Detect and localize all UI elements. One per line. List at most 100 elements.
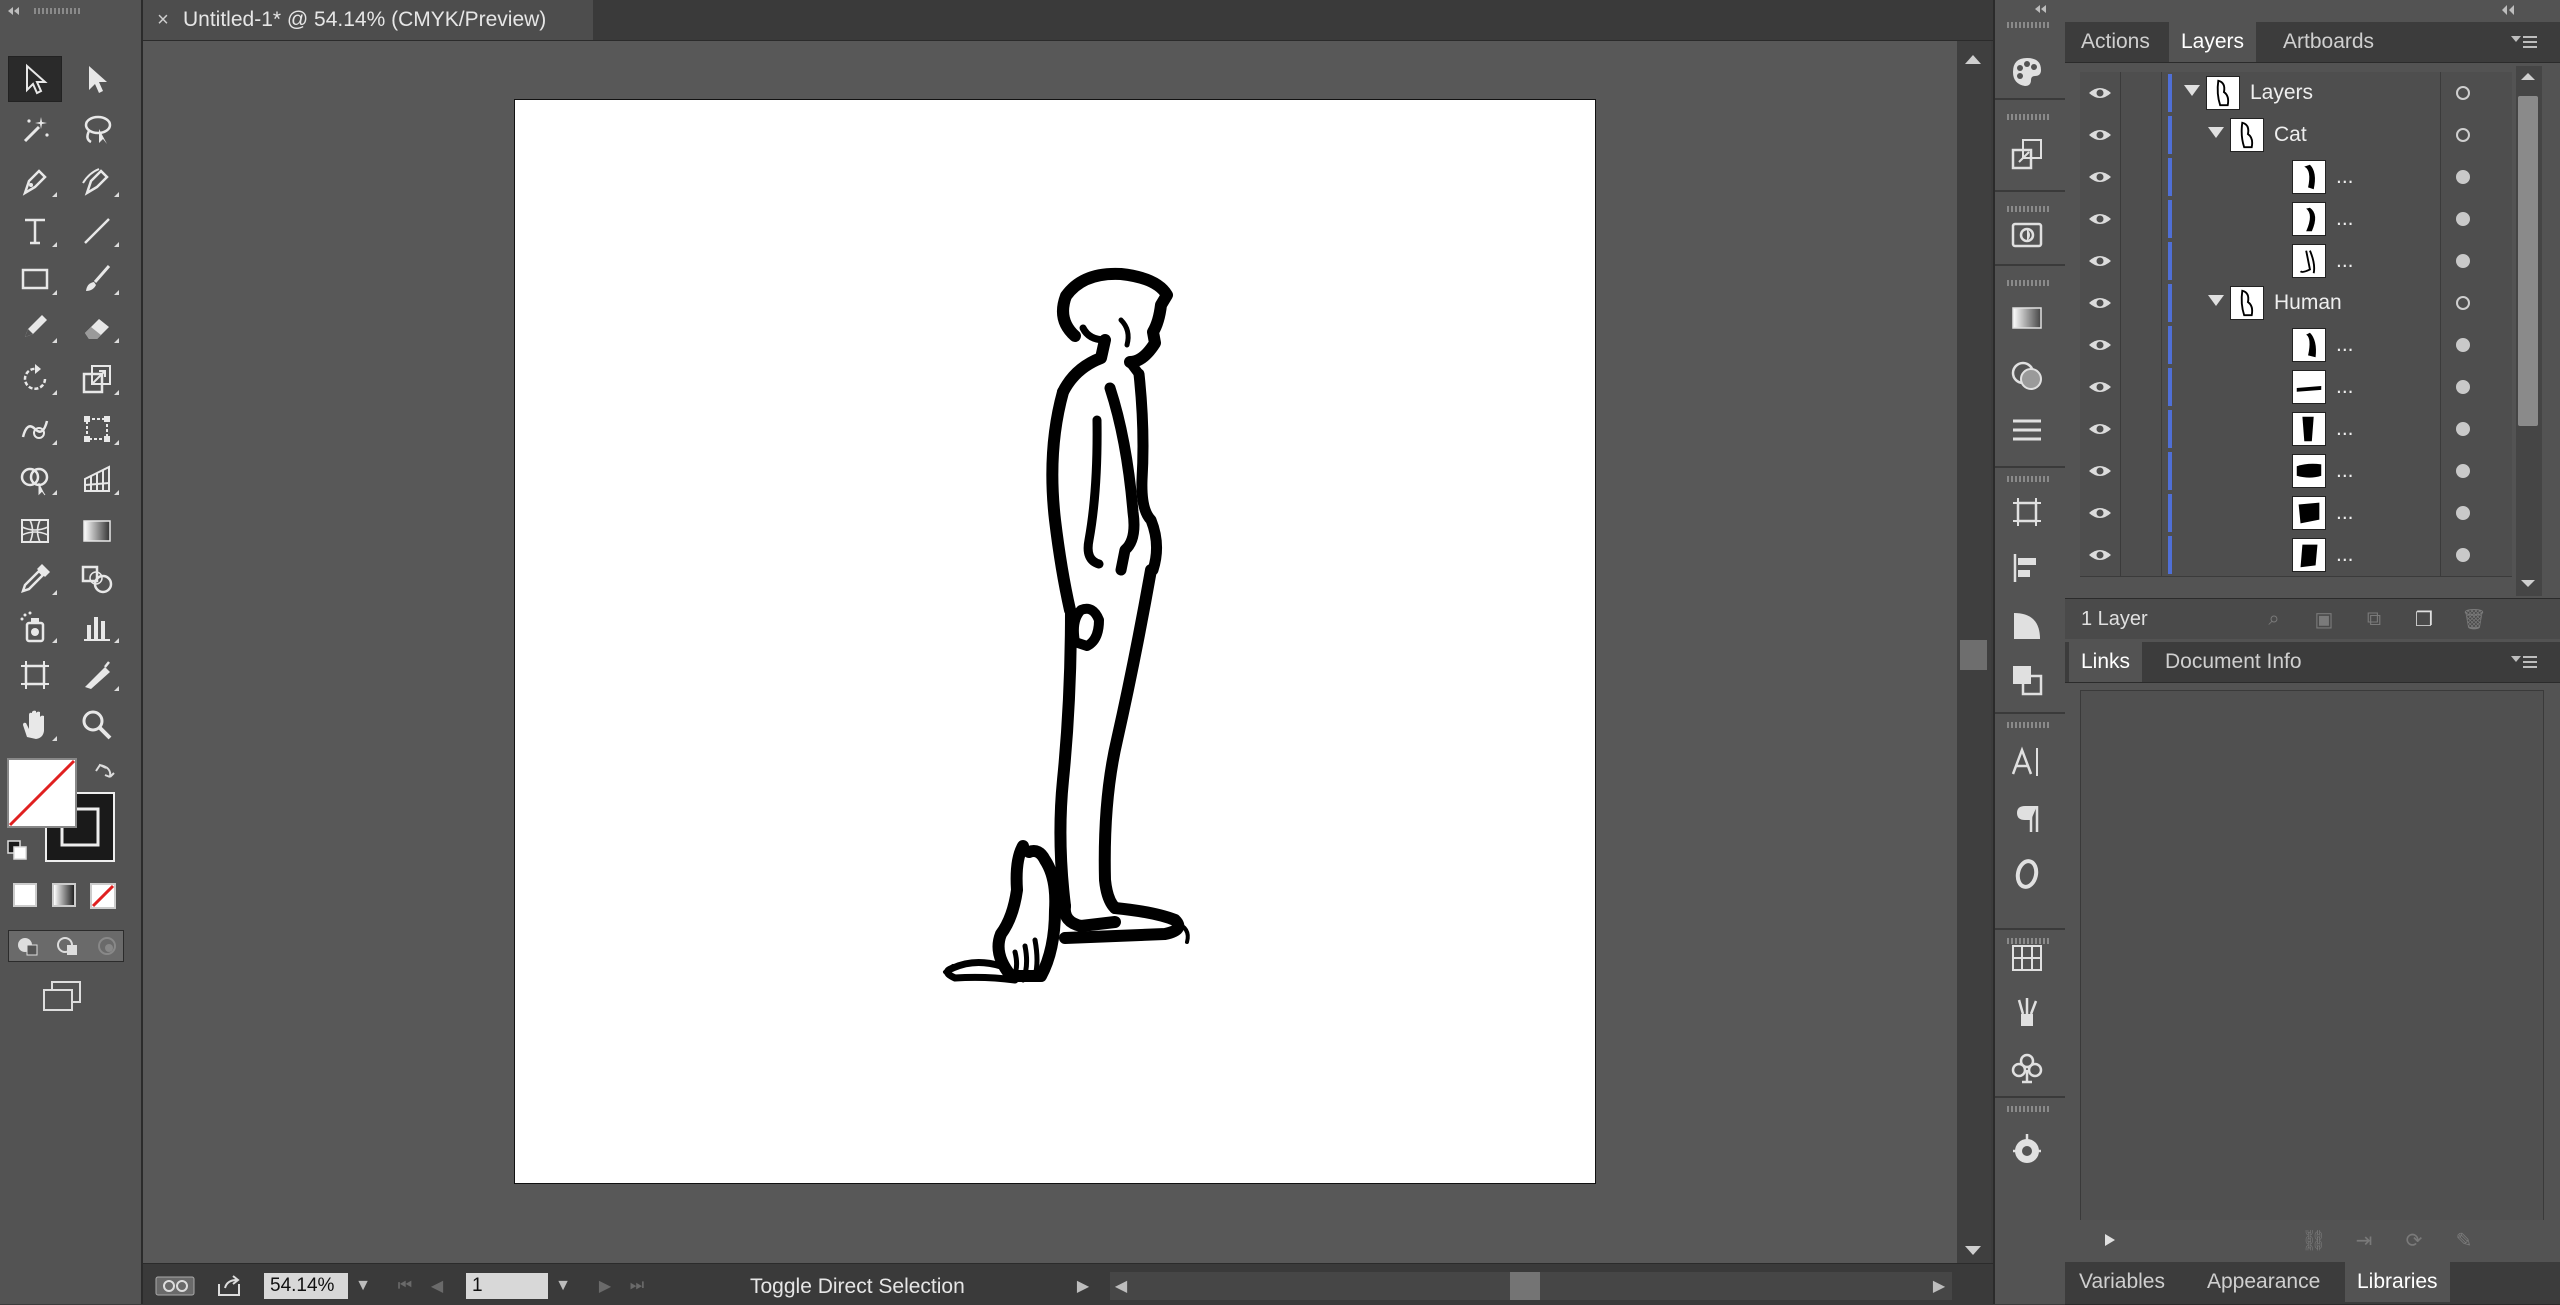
scroll-left-arrow-icon[interactable]: ◀: [1108, 1273, 1134, 1299]
zoom-dropdown-icon[interactable]: ▼: [350, 1273, 376, 1299]
expand-triangle-icon[interactable]: [2184, 85, 2200, 96]
hand-tool[interactable]: [8, 702, 62, 748]
rectangle-tool[interactable]: [8, 256, 62, 302]
eyedropper-tool[interactable]: [8, 556, 62, 602]
object-row[interactable]: ...: [2080, 324, 2512, 367]
draw-inside-icon[interactable]: [95, 935, 119, 957]
character-panel-button[interactable]: [2005, 740, 2049, 784]
draw-normal-icon[interactable]: [15, 935, 39, 957]
tab-actions[interactable]: Actions: [2069, 22, 2162, 62]
scale-tool[interactable]: [70, 356, 124, 402]
fill-stroke-swatches[interactable]: [4, 755, 134, 865]
visibility-eye-icon[interactable]: [2080, 534, 2121, 576]
paragraph-panel-button[interactable]: [2005, 796, 2049, 840]
layers-panel-menu-icon[interactable]: [2511, 34, 2537, 54]
layer-name[interactable]: ...: [2336, 366, 2354, 408]
layer-name[interactable]: ...: [2336, 450, 2354, 492]
lasso-tool[interactable]: [70, 106, 124, 152]
scroll-down-arrow-icon[interactable]: [1962, 1244, 1984, 1258]
artboard-tool[interactable]: [8, 652, 62, 698]
artwork-illustration[interactable]: [515, 100, 1595, 1183]
document-tab[interactable]: × Untitled-1* @ 54.14% (CMYK/Preview): [143, 0, 593, 40]
selection-tool[interactable]: [8, 56, 62, 102]
magic-wand-tool[interactable]: [8, 106, 62, 152]
free-transform-tool[interactable]: [70, 406, 124, 452]
target-circle-icon[interactable]: [2456, 128, 2470, 142]
navigator-panel-button[interactable]: [2005, 1128, 2049, 1172]
canvas-vertical-scroll-thumb[interactable]: [1960, 640, 1987, 670]
artboard-dropdown-icon[interactable]: ▼: [550, 1273, 576, 1299]
object-row[interactable]: ...: [2080, 366, 2512, 409]
stroke-panel-button[interactable]: [2005, 408, 2049, 452]
rotate-tool[interactable]: [8, 356, 62, 402]
create-new-layer-icon[interactable]: ❐: [2411, 606, 2437, 632]
share-icon[interactable]: [215, 1274, 243, 1298]
status-menu-arrow-icon[interactable]: ▶: [1070, 1273, 1096, 1299]
dock-group-grip[interactable]: [2007, 722, 2049, 728]
show-link-info-icon[interactable]: [2103, 1232, 2117, 1248]
layers-scroll-up-icon[interactable]: [2518, 70, 2538, 82]
visibility-eye-icon[interactable]: [2080, 198, 2121, 240]
expand-triangle-icon[interactable]: [2208, 295, 2224, 306]
gpu-performance-icon[interactable]: [155, 1274, 195, 1298]
layer-name[interactable]: Cat: [2274, 114, 2307, 156]
lock-toggle[interactable]: [2121, 450, 2162, 492]
dock-group-grip[interactable]: [2007, 114, 2049, 120]
object-row[interactable]: ...: [2080, 198, 2512, 241]
direct-selection-tool[interactable]: [70, 56, 124, 102]
visibility-eye-icon[interactable]: [2080, 492, 2121, 534]
gradient-mode-button[interactable]: [52, 883, 76, 907]
target-circle-icon[interactable]: [2456, 212, 2470, 226]
tab-artboards[interactable]: Artboards: [2271, 22, 2386, 62]
perspective-grid-tool[interactable]: [70, 456, 124, 502]
tab-document-info[interactable]: Document Info: [2153, 642, 2314, 682]
lock-toggle[interactable]: [2121, 72, 2162, 114]
blend-tool[interactable]: [70, 556, 124, 602]
canvas-horizontal-scroll-thumb[interactable]: [1510, 1272, 1540, 1300]
dock-collapse-icon[interactable]: [1995, 2, 2065, 16]
object-row[interactable]: ...: [2080, 156, 2512, 199]
visibility-eye-icon[interactable]: [2080, 72, 2121, 114]
layer-name[interactable]: ...: [2336, 492, 2354, 534]
line-segment-tool[interactable]: [70, 208, 124, 254]
paintbrush-tool[interactable]: [70, 256, 124, 302]
zoom-tool[interactable]: [70, 702, 124, 748]
layer-name[interactable]: Human: [2274, 282, 2342, 324]
pencil-tool[interactable]: [8, 304, 62, 350]
scroll-right-arrow-icon[interactable]: ▶: [1926, 1273, 1952, 1299]
target-circle-icon[interactable]: [2456, 422, 2470, 436]
visibility-eye-icon[interactable]: [2080, 324, 2121, 366]
layer-name[interactable]: ...: [2336, 408, 2354, 450]
visibility-eye-icon[interactable]: [2080, 408, 2121, 450]
object-row[interactable]: ...: [2080, 408, 2512, 451]
dock-group-grip[interactable]: [2007, 1106, 2049, 1112]
layers-scroll-down-icon[interactable]: [2518, 578, 2538, 590]
tab-layers[interactable]: Layers: [2169, 22, 2257, 62]
transform-panel-button[interactable]: [2005, 132, 2049, 176]
target-circle-icon[interactable]: [2456, 296, 2470, 310]
pen-tool[interactable]: [8, 158, 62, 204]
pathfinder-panel-button[interactable]: [2005, 604, 2049, 648]
panels-collapse-icon[interactable]: [2496, 2, 2536, 18]
image-trace-panel-button[interactable]: [2005, 212, 2049, 256]
lock-toggle[interactable]: [2121, 534, 2162, 576]
opentype-panel-button[interactable]: [2005, 852, 2049, 896]
zoom-level-field[interactable]: 54.14%: [264, 1273, 348, 1299]
warp-tool[interactable]: [8, 406, 62, 452]
draw-behind-icon[interactable]: [55, 935, 79, 957]
object-row[interactable]: ...: [2080, 450, 2512, 493]
symbol-sprayer-tool[interactable]: [8, 604, 62, 650]
visibility-eye-icon[interactable]: [2080, 240, 2121, 282]
layer-name[interactable]: ...: [2336, 156, 2354, 198]
mesh-tool[interactable]: [8, 508, 62, 554]
target-circle-icon[interactable]: [2456, 548, 2470, 562]
tab-variables[interactable]: Variables: [2067, 1262, 2177, 1302]
visibility-eye-icon[interactable]: [2080, 156, 2121, 198]
color-panel-button[interactable]: [2005, 50, 2049, 94]
sublayer-row[interactable]: Human: [2080, 282, 2512, 325]
dock-group-grip[interactable]: [2007, 476, 2049, 482]
lock-toggle[interactable]: [2121, 114, 2162, 156]
object-row[interactable]: ...: [2080, 492, 2512, 535]
lock-toggle[interactable]: [2121, 240, 2162, 282]
lock-toggle[interactable]: [2121, 492, 2162, 534]
